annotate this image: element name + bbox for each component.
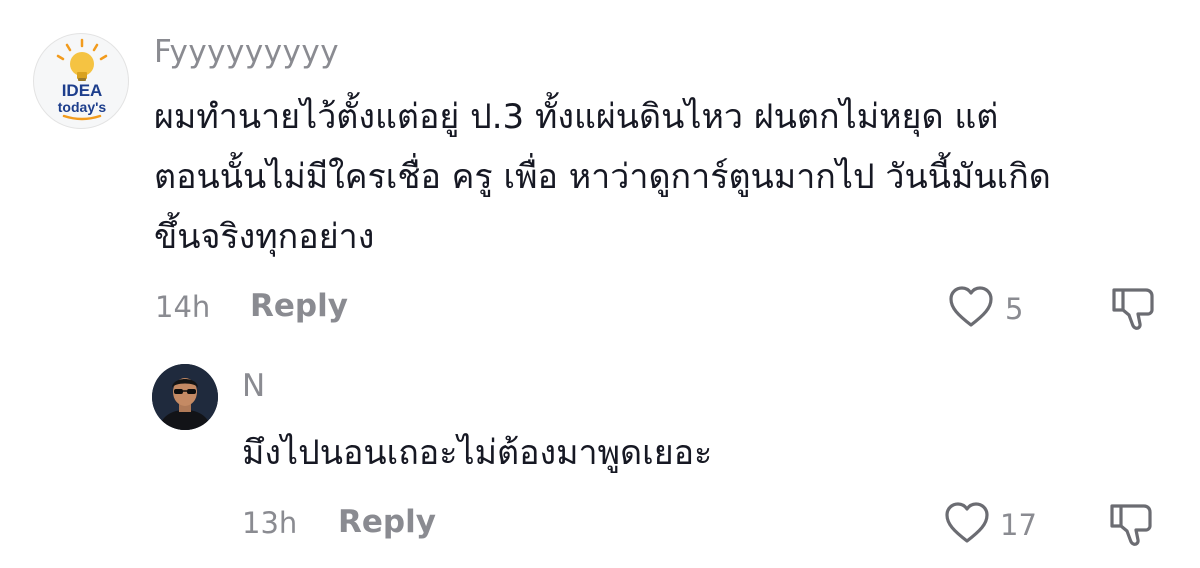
dislike-button[interactable]	[1106, 500, 1156, 552]
comment-body: ผมทำนายไว้ตั้งแต่อยู่ ป.3 ทั้งแผ่นดินไหว…	[154, 87, 1051, 267]
comment-text-line: ผมทำนายไว้ตั้งแต่อยู่ ป.3 ทั้งแผ่นดินไหว…	[154, 97, 999, 137]
reply-button[interactable]: Reply	[338, 504, 436, 540]
like-button[interactable]	[944, 501, 990, 549]
timestamp: 14h	[155, 290, 211, 324]
thumbs-down-outline-icon	[1112, 288, 1154, 330]
username[interactable]: Fyyyyyyyyy	[154, 34, 339, 70]
avatar[interactable]	[152, 364, 218, 430]
comment-text-line: ขึ้นจริงทุกอย่าง	[154, 217, 375, 257]
heart-outline-icon	[949, 286, 993, 327]
avatar[interactable]: IDEA today's	[33, 33, 129, 129]
timestamp: 13h	[242, 506, 298, 540]
comment-text-line: ตอนนั้นไม่มีใครเชื่อ ครู เพื่อ หาว่าดูกา…	[154, 157, 1051, 197]
user-photo-avatar-icon	[152, 364, 218, 430]
logo-text-top: IDEA	[62, 81, 103, 100]
like-count: 17	[1000, 508, 1037, 542]
logo-text-bottom: today's	[58, 99, 107, 115]
thumbs-down-outline-icon	[1110, 504, 1152, 546]
heart-outline-icon	[945, 502, 989, 543]
reply-button[interactable]: Reply	[250, 288, 348, 324]
username[interactable]: N	[242, 368, 266, 404]
dislike-button[interactable]	[1108, 284, 1158, 336]
idea-todays-logo-icon: IDEA today's	[56, 38, 108, 121]
like-button[interactable]	[948, 285, 994, 333]
comment-text: มึงไปนอนเถอะไม่ต้องมาพูดเยอะ	[242, 433, 713, 473]
like-count: 5	[1005, 292, 1024, 326]
